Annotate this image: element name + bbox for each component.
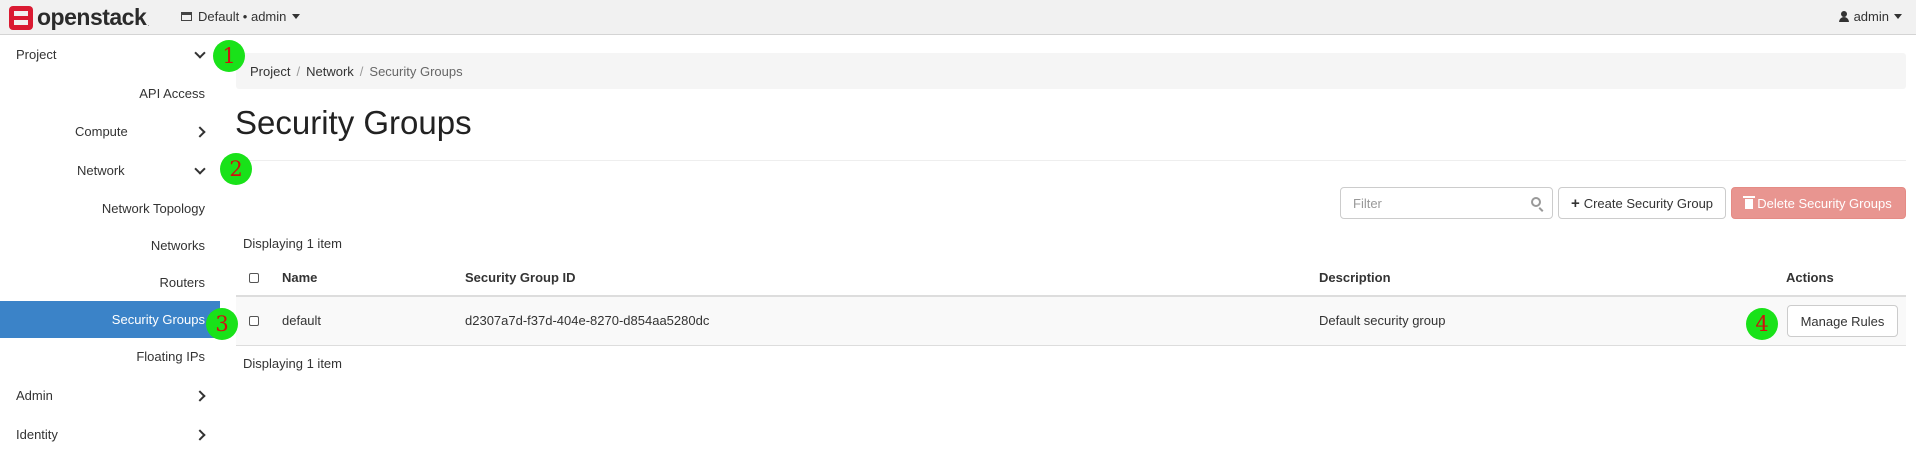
sidebar-item-routers[interactable]: Routers (0, 264, 220, 301)
sidebar-item-label: Routers (159, 275, 205, 290)
sidebar-item-label: Network (77, 163, 125, 178)
sidebar-item-label: Security Groups (111, 312, 205, 327)
project-selector-label: Default • admin (198, 9, 287, 24)
annotation-marker-1: 1 (213, 40, 245, 72)
page-title: Security Groups (235, 104, 472, 141)
select-all-checkbox[interactable] (249, 273, 259, 283)
breadcrumb-current: Security Groups (369, 63, 463, 79)
column-header-actions: Actions (1786, 270, 1834, 285)
annotation-marker-4: 4 (1746, 308, 1778, 340)
annotation-marker-2: 2 (220, 153, 252, 185)
item-count-bottom: Displaying 1 item (243, 356, 342, 371)
chevron-right-icon (194, 390, 206, 402)
logo-dot: . (147, 19, 150, 28)
sidebar-item-networks[interactable]: Networks (0, 227, 220, 264)
sidebar-item-network[interactable]: Network (0, 152, 220, 189)
project-selector[interactable]: Default • admin (181, 9, 301, 24)
sidebar-item-label: Admin (16, 388, 53, 403)
sidebar-item-label: Floating IPs (136, 349, 205, 364)
breadcrumb-separator: / (296, 63, 301, 79)
sidebar-item-label: Identity (16, 427, 58, 442)
user-menu[interactable]: admin (1838, 9, 1902, 24)
user-icon (1838, 11, 1849, 22)
delete-button-label: Delete Security Groups (1757, 195, 1892, 211)
item-count-top: Displaying 1 item (243, 236, 342, 251)
sidebar-item-api-access[interactable]: API Access (0, 75, 220, 112)
user-menu-label: admin (1853, 9, 1889, 24)
cell-description: Default security group (1319, 313, 1446, 328)
sidebar-item-project[interactable]: Project (0, 36, 220, 73)
sidebar-item-label: Project (16, 47, 57, 62)
chevron-down-icon (194, 47, 206, 59)
logo-text: openstack (37, 4, 147, 30)
chevron-right-icon (194, 126, 206, 138)
chevron-right-icon (194, 429, 206, 441)
sidebar-item-network-topology[interactable]: Network Topology (0, 190, 220, 227)
breadcrumb-item-project[interactable]: Project (250, 64, 290, 79)
breadcrumb-item-network[interactable]: Network (306, 64, 354, 79)
chevron-down-icon (194, 163, 206, 175)
column-header-description[interactable]: Description (1319, 270, 1391, 285)
cell-security-group-id: d2307a7d-f37d-404e-8270-d854aa5280dc (465, 313, 710, 328)
column-header-name[interactable]: Name (282, 270, 317, 285)
trash-icon (1743, 196, 1756, 209)
create-security-group-button[interactable]: + Create Security Group (1558, 187, 1726, 219)
divider (236, 160, 1906, 161)
top-navbar: openstack . Default • admin admin (0, 0, 1916, 35)
sidebar-item-label: Network Topology (101, 201, 205, 216)
row-checkbox[interactable] (249, 316, 259, 326)
sidebar: Project API Access Compute Network Netwo… (0, 36, 220, 469)
search-icon[interactable] (1531, 197, 1541, 207)
filter-input[interactable] (1340, 187, 1553, 219)
breadcrumb-separator: / (359, 63, 364, 79)
sidebar-item-security-groups[interactable]: Security Groups (0, 301, 220, 338)
column-header-security-group-id[interactable]: Security Group ID (465, 270, 576, 285)
create-button-label: Create Security Group (1583, 195, 1714, 211)
cell-name[interactable]: default (282, 313, 321, 328)
sidebar-item-label: Networks (150, 238, 205, 253)
sidebar-item-floating-ips[interactable]: Floating IPs (0, 338, 220, 375)
manage-rules-button[interactable]: Manage Rules (1787, 305, 1898, 337)
sidebar-item-label: API Access (139, 86, 205, 101)
openstack-logo-icon (9, 5, 33, 30)
caret-down-icon (1894, 14, 1902, 19)
breadcrumb: Project / Network / Security Groups (236, 53, 1906, 89)
annotation-marker-3: 3 (206, 308, 238, 340)
delete-security-groups-button[interactable]: Delete Security Groups (1731, 187, 1906, 219)
sidebar-item-admin[interactable]: Admin (0, 377, 220, 414)
sidebar-item-label: Compute (75, 124, 128, 139)
openstack-logo[interactable]: openstack . (9, 4, 150, 31)
caret-down-icon (292, 14, 301, 19)
project-icon (181, 12, 192, 21)
plus-icon: + (1570, 194, 1580, 212)
sidebar-item-compute[interactable]: Compute (0, 113, 220, 150)
sidebar-item-identity[interactable]: Identity (0, 416, 220, 453)
